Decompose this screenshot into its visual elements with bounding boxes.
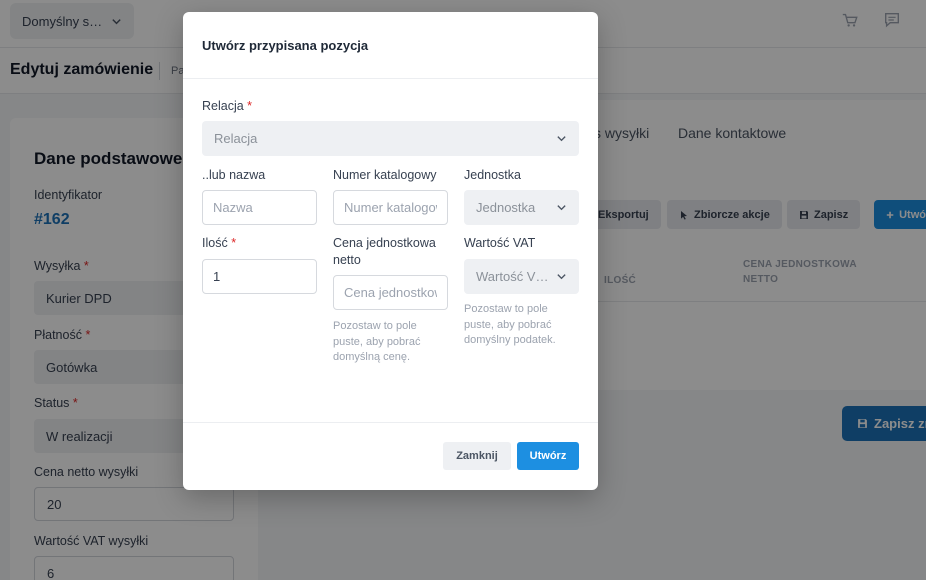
- quantity-input[interactable]: [202, 259, 317, 294]
- chevron-down-icon: [557, 274, 566, 280]
- unit-price-input[interactable]: [333, 275, 448, 310]
- chevron-down-icon: [557, 136, 566, 142]
- close-button[interactable]: Zamknij: [443, 442, 511, 470]
- modal-footer-divider: [183, 422, 598, 423]
- chevron-down-icon: [557, 205, 566, 211]
- quantity-label: Ilość *: [202, 236, 237, 250]
- unit-select[interactable]: Jednostka: [464, 190, 579, 225]
- vat-hint: Pozostaw to pole puste, aby pobrać domyś…: [464, 303, 556, 346]
- relation-label: Relacja *: [202, 99, 253, 113]
- modal-header-divider: [183, 78, 598, 79]
- catalog-number-label: Numer katalogowy: [333, 168, 437, 182]
- name-label: ..lub nazwa: [202, 168, 266, 182]
- name-input[interactable]: [202, 190, 317, 225]
- create-item-modal: Utwórz przypisana pozycja Relacja * Rela…: [183, 12, 598, 490]
- unit-label: Jednostka: [464, 168, 521, 182]
- catalog-number-input[interactable]: [333, 190, 448, 225]
- create-submit-button[interactable]: Utwórz: [517, 442, 579, 470]
- vat-label: Wartość VAT: [464, 236, 536, 250]
- vat-select[interactable]: Wartość V…: [464, 259, 579, 294]
- modal-title: Utwórz przypisana pozycja: [202, 38, 369, 53]
- unit-price-hint: Pozostaw to pole puste, aby pobrać domyś…: [333, 320, 421, 363]
- unit-price-label: Cena jednostkowa netto: [333, 236, 436, 267]
- relation-select[interactable]: Relacja: [202, 121, 579, 156]
